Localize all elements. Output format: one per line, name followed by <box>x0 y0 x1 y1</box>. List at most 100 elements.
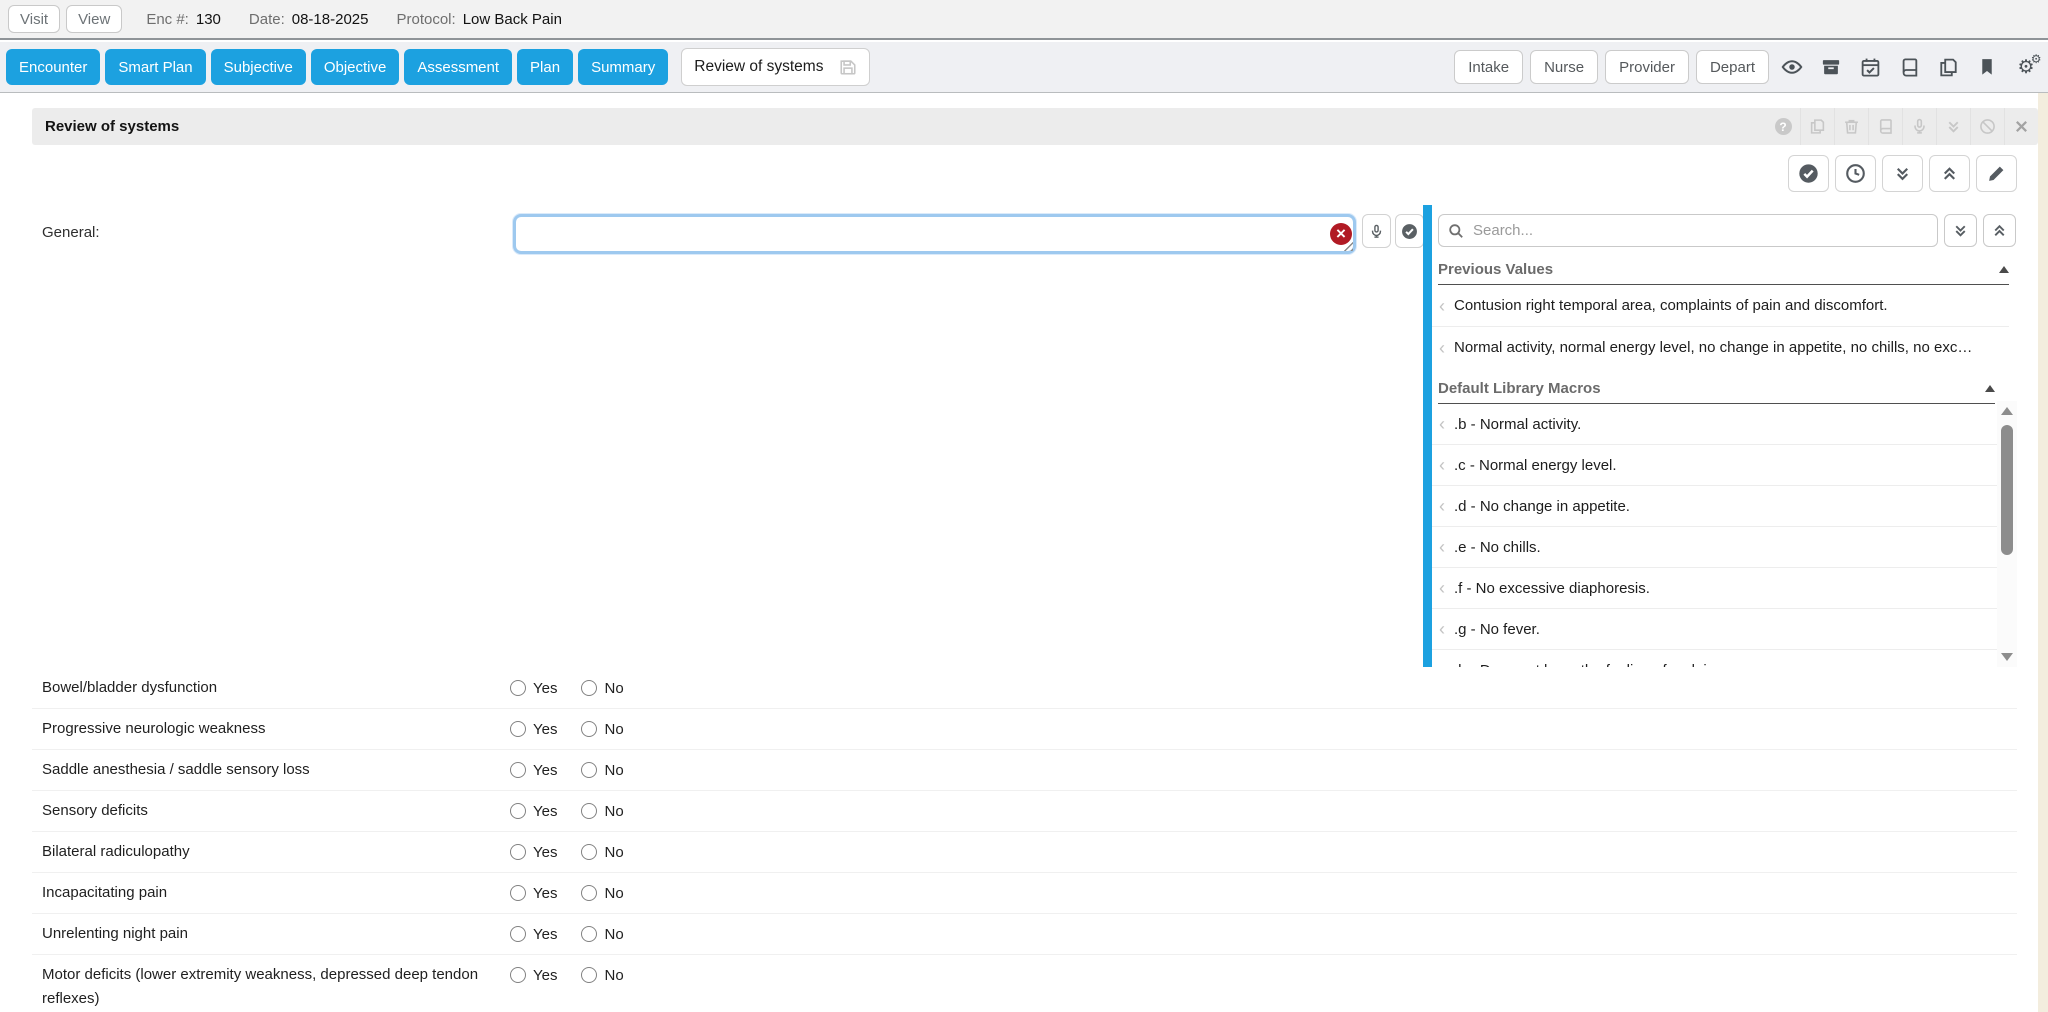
macro-item[interactable]: ‹ .g - No fever. <box>1432 608 1997 649</box>
trash-icon[interactable] <box>1834 108 1868 145</box>
no-option[interactable]: No <box>581 881 623 905</box>
stage-button[interactable]: Provider <box>1605 50 1689 84</box>
no-option[interactable]: No <box>581 717 623 741</box>
copy-icon[interactable] <box>1932 49 1964 85</box>
yes-radio[interactable] <box>510 926 526 942</box>
yes-option[interactable]: Yes <box>510 840 557 864</box>
ban-icon[interactable] <box>1970 108 2004 145</box>
panel-header: Review of systems ? <box>32 108 2038 145</box>
question-options: Yes No <box>510 799 624 823</box>
macro-item[interactable]: ‹ .c - Normal energy level. <box>1432 444 1997 485</box>
general-field-label: General: <box>42 224 100 241</box>
macro-item[interactable]: ‹ .f - No excessive diaphoresis. <box>1432 567 1997 608</box>
yes-option[interactable]: Yes <box>510 881 557 905</box>
help-icon[interactable]: ? <box>1766 108 1800 145</box>
scrollbar-thumb[interactable] <box>2001 425 2013 555</box>
yes-radio[interactable] <box>510 721 526 737</box>
eye-icon[interactable] <box>1776 49 1808 85</box>
encounter-info-bar: Visit View Enc #:130 Date:08-18-2025 Pro… <box>0 0 2048 40</box>
scroll-up-arrow[interactable] <box>2001 407 2013 415</box>
double-chevron-up-icon[interactable] <box>1983 214 2016 247</box>
no-option[interactable]: No <box>581 758 623 782</box>
stage-button[interactable]: Depart <box>1696 50 1769 84</box>
no-option[interactable]: No <box>581 922 623 946</box>
clear-field-button[interactable]: × <box>1330 223 1352 245</box>
microphone-icon[interactable] <box>1902 108 1936 145</box>
yes-option[interactable]: Yes <box>510 717 557 741</box>
confirm-check-icon[interactable] <box>1395 214 1424 248</box>
main-nav-bar: EncounterSmart PlanSubjectiveObjectiveAs… <box>0 42 2048 93</box>
macro-item[interactable]: ‹ .e - No chills. <box>1432 526 1997 567</box>
previous-value-item[interactable]: ‹ Contusion right temporal area, complai… <box>1432 285 2009 326</box>
general-input[interactable] <box>513 214 1356 254</box>
yes-radio[interactable] <box>510 680 526 696</box>
no-radio[interactable] <box>581 967 597 983</box>
copy-icon[interactable] <box>1800 108 1834 145</box>
no-radio[interactable] <box>581 721 597 737</box>
bookmark-icon[interactable] <box>1971 49 2003 85</box>
double-chevron-down-icon[interactable] <box>1882 155 1923 192</box>
document-tab[interactable]: Review of systems <box>681 48 870 86</box>
double-chevron-up-icon[interactable] <box>1929 155 1970 192</box>
nav-tab[interactable]: Assessment <box>404 49 512 85</box>
no-option[interactable]: No <box>581 963 623 987</box>
question-options: Yes No <box>510 758 624 782</box>
insert-chevron-icon: ‹ <box>1439 579 1445 597</box>
clock-icon[interactable] <box>1835 155 1876 192</box>
collapse-triangle-icon[interactable] <box>1985 385 1995 392</box>
macro-text: .d - No change in appetite. <box>1454 498 1630 515</box>
double-chevron-down-icon[interactable] <box>1944 214 1977 247</box>
double-chevron-down-icon[interactable] <box>1936 108 1970 145</box>
no-option[interactable]: No <box>581 799 623 823</box>
nav-tab[interactable]: Smart Plan <box>105 49 205 85</box>
book-icon[interactable] <box>1868 108 1902 145</box>
nav-tab[interactable]: Subjective <box>211 49 306 85</box>
no-radio[interactable] <box>581 844 597 860</box>
nav-tab[interactable]: Summary <box>578 49 668 85</box>
book-icon[interactable] <box>1893 49 1925 85</box>
visit-button[interactable]: Visit <box>8 5 60 33</box>
no-radio[interactable] <box>581 762 597 778</box>
question-label: Incapacitating pain <box>42 881 510 905</box>
no-radio[interactable] <box>581 680 597 696</box>
pencil-icon[interactable] <box>1976 155 2017 192</box>
insert-chevron-icon: ‹ <box>1439 620 1445 638</box>
check-circle-icon[interactable] <box>1788 155 1829 192</box>
view-button[interactable]: View <box>66 5 122 33</box>
previous-value-item[interactable]: ‹ Normal activity, normal energy level, … <box>1432 326 2009 368</box>
collapse-triangle-icon[interactable] <box>1999 266 2009 273</box>
yes-option[interactable]: Yes <box>510 799 557 823</box>
yes-radio[interactable] <box>510 762 526 778</box>
no-radio[interactable] <box>581 803 597 819</box>
settings-gears-icon[interactable]: ⚙⚙ <box>2010 49 2042 85</box>
nav-tab[interactable]: Plan <box>517 49 573 85</box>
close-icon[interactable] <box>2004 108 2038 145</box>
calendar-check-icon[interactable] <box>1854 49 1886 85</box>
macro-item[interactable]: ‹ .d - No change in appetite. <box>1432 485 1997 526</box>
nav-tab[interactable]: Objective <box>311 49 400 85</box>
encounter-meta: Enc #:130 Date:08-18-2025 Protocol:Low B… <box>146 11 562 28</box>
scroll-down-arrow[interactable] <box>2001 653 2013 661</box>
nav-tabs: EncounterSmart PlanSubjectiveObjectiveAs… <box>6 48 870 86</box>
yes-option[interactable]: Yes <box>510 676 557 700</box>
search-input[interactable] <box>1471 221 1928 240</box>
archive-icon[interactable] <box>1815 49 1847 85</box>
stage-button[interactable]: Nurse <box>1530 50 1598 84</box>
nav-tab[interactable]: Encounter <box>6 49 100 85</box>
macro-item[interactable]: ‹ .h - Does not have the feeling of mala… <box>1432 649 1997 667</box>
no-option[interactable]: No <box>581 676 623 700</box>
yes-option[interactable]: Yes <box>510 758 557 782</box>
yes-radio[interactable] <box>510 844 526 860</box>
no-radio[interactable] <box>581 926 597 942</box>
yes-option[interactable]: Yes <box>510 963 557 987</box>
yes-radio[interactable] <box>510 885 526 901</box>
stage-button[interactable]: Intake <box>1454 50 1523 84</box>
macros-panel-inner: Previous Values ‹ Contusion right tempor… <box>1432 205 2017 667</box>
macro-item[interactable]: ‹ .b - Normal activity. <box>1432 404 1997 444</box>
microphone-icon[interactable] <box>1362 214 1391 248</box>
yes-option[interactable]: Yes <box>510 922 557 946</box>
no-option[interactable]: No <box>581 840 623 864</box>
no-radio[interactable] <box>581 885 597 901</box>
yes-radio[interactable] <box>510 803 526 819</box>
yes-radio[interactable] <box>510 967 526 983</box>
